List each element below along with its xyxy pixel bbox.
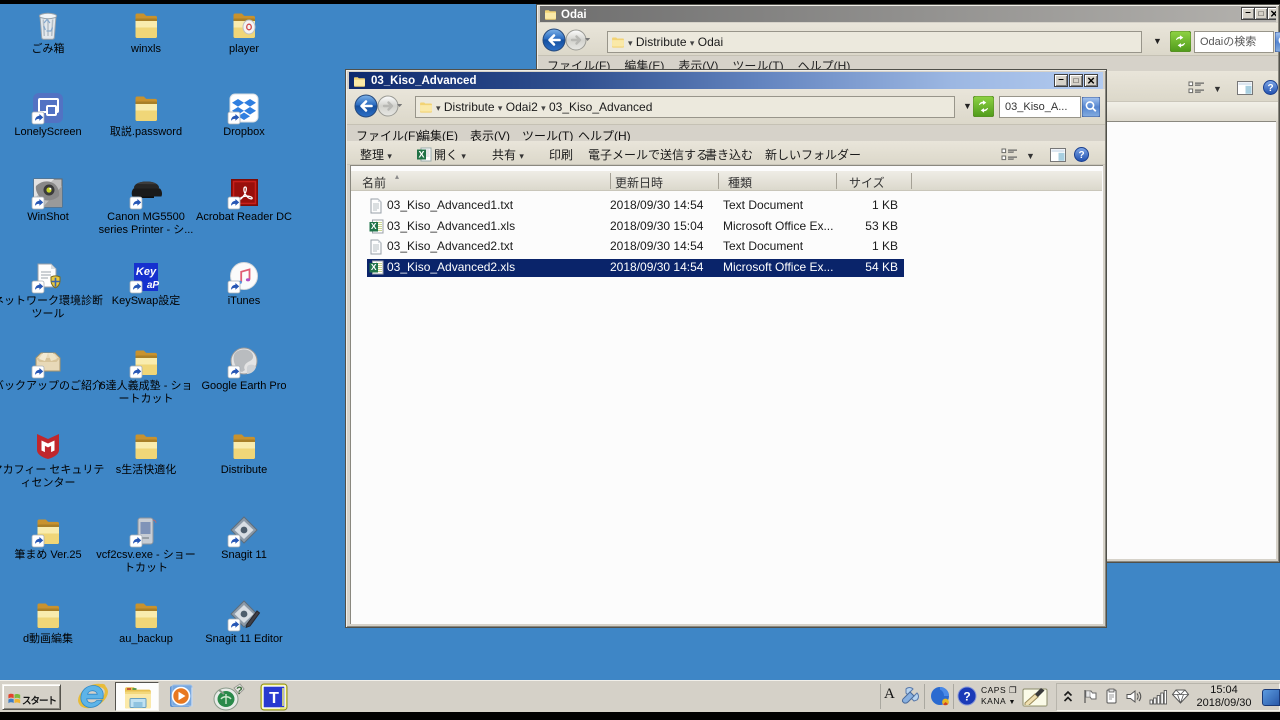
svg-text:X: X [371,221,377,231]
svg-text:aP: aP [147,280,160,291]
svg-text:?: ? [963,690,970,704]
svg-text:T: T [269,690,279,707]
svg-text:?: ? [236,685,243,697]
svg-text:X: X [371,262,377,272]
svg-text:?: ? [1267,83,1273,94]
svg-text:?: ? [1078,150,1084,161]
svg-text:Key: Key [136,266,157,278]
svg-text:X: X [418,150,424,160]
